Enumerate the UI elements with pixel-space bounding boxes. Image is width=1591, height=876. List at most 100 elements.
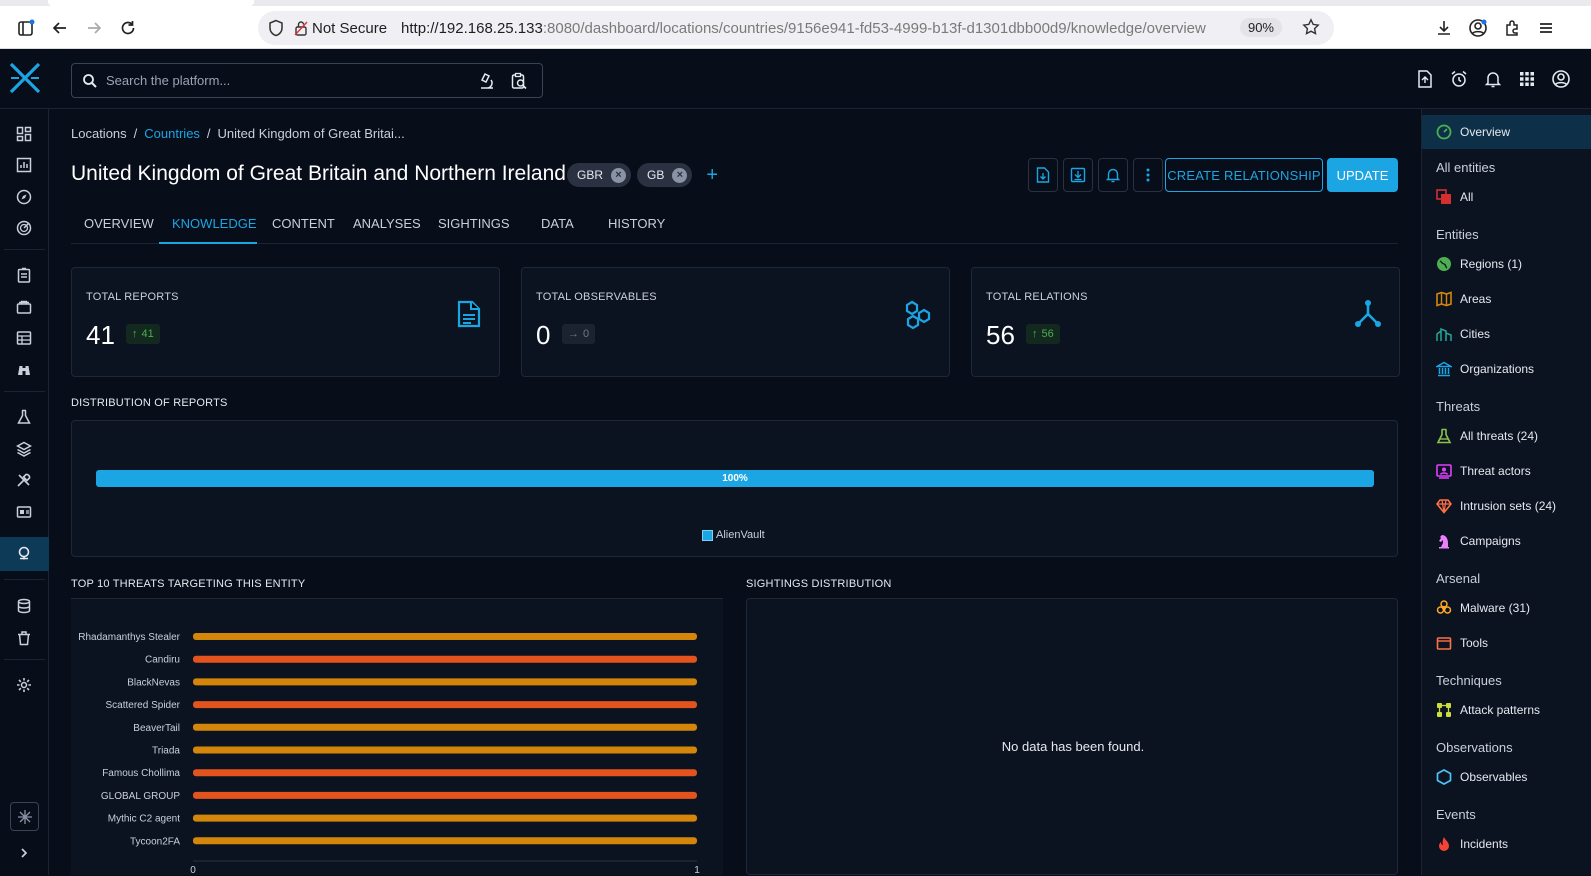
locations-icon[interactable] (14, 544, 34, 564)
menu-icon[interactable] (1532, 14, 1560, 42)
reports-icon[interactable] (14, 265, 34, 285)
url-text[interactable]: http://192.168.25.133:8080/dashboard/loc… (401, 20, 1206, 37)
threat-label: Triada (152, 746, 180, 757)
notifications-bell-icon[interactable] (1483, 69, 1503, 89)
ai-assistant-button[interactable] (10, 802, 39, 831)
panel-item-organizations[interactable]: Organizations (1436, 359, 1534, 379)
file-import-icon[interactable] (1415, 69, 1435, 89)
shield-icon[interactable] (268, 19, 284, 37)
panel-item-regions-1[interactable]: Regions (1) (1436, 254, 1522, 274)
clipboard-search-icon[interactable] (510, 72, 528, 90)
panel-item-cities[interactable]: Cities (1436, 324, 1490, 344)
panel-item-campaigns[interactable]: Campaigns (1436, 531, 1521, 551)
tab-history[interactable]: HISTORY (608, 216, 665, 231)
techniques-tools-icon[interactable] (14, 470, 34, 490)
settings-gear-icon[interactable] (14, 675, 34, 695)
breadcrumb-countries[interactable]: Countries (144, 126, 200, 141)
create-relationship-button[interactable]: CREATE RELATIONSHIP (1165, 158, 1323, 192)
back-icon[interactable] (46, 14, 74, 42)
entities-folder-icon[interactable] (14, 502, 34, 522)
trash-icon[interactable] (14, 628, 34, 648)
panel-item-areas[interactable]: Areas (1436, 289, 1491, 309)
threat-bar[interactable] (193, 633, 697, 640)
update-button[interactable]: UPDATE (1327, 158, 1398, 192)
compass-icon[interactable] (14, 187, 34, 207)
browser-tab[interactable] (48, 0, 254, 6)
threat-bar[interactable] (193, 723, 697, 731)
microscope-icon[interactable] (478, 72, 496, 90)
threat-bar[interactable] (193, 791, 697, 799)
card-value: 41 (86, 320, 115, 350)
forward-icon[interactable] (80, 14, 108, 42)
threat-bar[interactable] (193, 837, 697, 845)
threats-flask-icon[interactable] (14, 407, 34, 427)
panel-item-attack-patterns[interactable]: Attack patterns (1436, 700, 1540, 720)
diamond-icon (1436, 498, 1452, 514)
binoculars-icon[interactable] (14, 360, 34, 380)
tab-overview[interactable]: OVERVIEW (84, 216, 154, 231)
account-icon[interactable] (1464, 14, 1492, 42)
panel-group-header: All entities (1436, 160, 1496, 175)
threat-bar[interactable] (193, 746, 697, 754)
threat-label: Tycoon2FA (130, 836, 180, 847)
dashboard-icon[interactable] (14, 124, 34, 144)
panel-item-incidents[interactable]: Incidents (1436, 834, 1508, 854)
more-options-icon[interactable] (1133, 158, 1163, 192)
alarm-icon[interactable] (1449, 69, 1469, 89)
threat-label: Candiru (145, 655, 180, 666)
reload-icon[interactable] (114, 14, 142, 42)
remove-chip-icon[interactable]: × (611, 167, 627, 183)
apps-grid-icon[interactable] (1517, 69, 1537, 89)
alias-chip: GB × (637, 163, 693, 187)
bookmark-star-icon[interactable] (1302, 18, 1320, 36)
subscribe-bell-icon[interactable] (1098, 158, 1128, 192)
tab-analyses[interactable]: ANALYSES (353, 216, 421, 231)
arsenal-layers-icon[interactable] (14, 439, 34, 459)
panel-item-threat-actors[interactable]: Threat actors (1436, 461, 1531, 481)
expand-chevron-icon[interactable] (14, 843, 34, 863)
search-bar[interactable] (71, 63, 543, 98)
data-database-icon[interactable] (14, 596, 34, 616)
legend-swatch (702, 529, 713, 541)
panel-item-intrusion-sets-24[interactable]: Intrusion sets (24) (1436, 496, 1556, 516)
zoom-level[interactable]: 90% (1239, 18, 1282, 37)
remove-chip-icon[interactable]: × (672, 167, 688, 183)
threat-bar[interactable] (193, 678, 697, 686)
search-input[interactable] (106, 73, 466, 88)
panel-item-overview[interactable]: Overview (1436, 122, 1510, 142)
threat-bar[interactable] (193, 769, 697, 777)
distribution-bar[interactable]: 100% (96, 470, 1374, 487)
panel-item-observables[interactable]: Observables (1436, 767, 1527, 787)
distribution-legend[interactable]: AlienVault (702, 529, 765, 541)
download-icon[interactable] (1063, 158, 1093, 192)
panel-item-all[interactable]: All (1436, 187, 1473, 207)
panel-group-header: Arsenal (1436, 571, 1481, 586)
panel-item-all-threats-24[interactable]: All threats (24) (1436, 426, 1538, 446)
radar-icon[interactable] (14, 218, 34, 238)
extensions-icon[interactable] (1498, 14, 1526, 42)
panel-item-malware-31[interactable]: Malware (31) (1436, 598, 1530, 618)
panel-item-tools[interactable]: Tools (1436, 633, 1488, 653)
tab-knowledge[interactable]: KNOWLEDGE (172, 216, 257, 231)
user-profile-icon[interactable] (1551, 69, 1571, 89)
url-bar[interactable]: Not Secure http://192.168.25.133:8080/da… (258, 11, 1334, 45)
downloads-icon[interactable] (1430, 14, 1458, 42)
threat-bar[interactable] (193, 814, 697, 822)
events-table-icon[interactable] (14, 328, 34, 348)
threat-bar[interactable] (193, 655, 697, 663)
analytics-icon[interactable] (14, 155, 34, 175)
not-secure-indicator[interactable]: Not Secure (294, 20, 387, 37)
add-alias-icon[interactable]: + (706, 165, 718, 185)
tab-content[interactable]: CONTENT (272, 216, 335, 231)
panel-item-label: Intrusion sets (24) (1460, 499, 1557, 513)
search-icon (82, 73, 98, 89)
sidebar-toggle-icon[interactable] (12, 14, 40, 42)
cases-icon[interactable] (14, 297, 34, 317)
export-file-icon[interactable] (1028, 158, 1058, 192)
attack-pattern-icon (1436, 702, 1452, 718)
unlocked-icon (294, 20, 308, 36)
tab-sightings[interactable]: SIGHTINGS (438, 216, 510, 231)
tab-data[interactable]: DATA (541, 216, 574, 231)
opencti-logo-icon[interactable] (8, 61, 42, 95)
threat-bar[interactable] (193, 701, 697, 709)
